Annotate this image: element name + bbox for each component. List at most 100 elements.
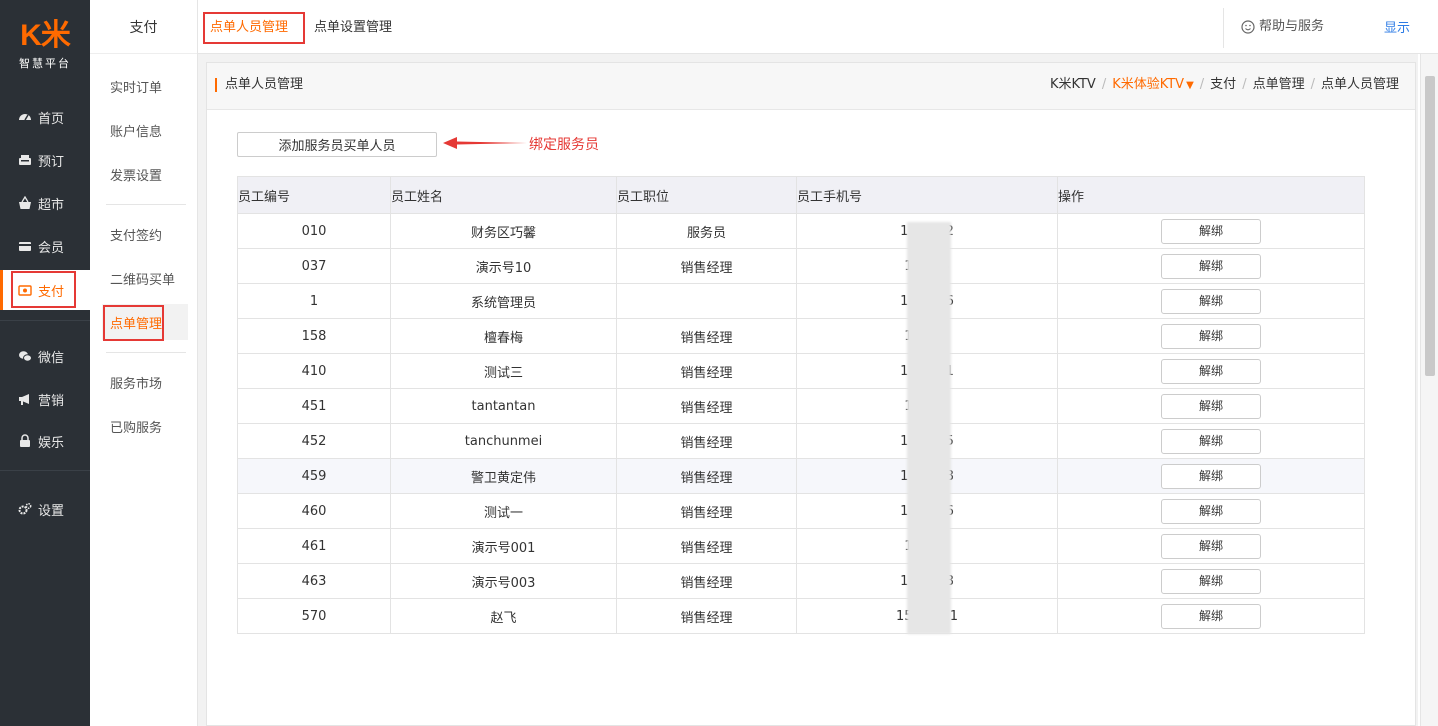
nav-item-entertainment[interactable]: 娱乐 bbox=[0, 423, 90, 459]
sidebar-item-account-info[interactable]: 账户信息 bbox=[102, 112, 188, 148]
unbind-button[interactable]: 解绑 bbox=[1161, 533, 1261, 559]
unbind-button[interactable]: 解绑 bbox=[1161, 288, 1261, 314]
help-divider bbox=[1223, 8, 1224, 48]
cell-id: 410 bbox=[237, 353, 391, 389]
sidebar-divider bbox=[106, 352, 186, 353]
cell-action: 解绑 bbox=[1057, 283, 1365, 319]
cell-id: 463 bbox=[237, 563, 391, 599]
cell-position bbox=[616, 283, 797, 319]
table-row: 570赵飞销售经理157 3671解绑 bbox=[237, 598, 1365, 634]
logo-mark: K米 bbox=[20, 19, 71, 52]
sidebar-item-qrcode-pay[interactable]: 二维码买单 bbox=[102, 260, 188, 296]
unbind-button[interactable]: 解绑 bbox=[1161, 218, 1261, 244]
table-row: 410测试三销售经理185 511解绑 bbox=[237, 353, 1365, 389]
tab-order-settings[interactable]: 点单设置管理 bbox=[314, 12, 392, 44]
nav-item-label: 支付 bbox=[38, 284, 65, 300]
unbind-button[interactable]: 解绑 bbox=[1161, 393, 1261, 419]
nav-item-settings[interactable]: 设置 bbox=[0, 491, 90, 527]
wechat-icon bbox=[18, 349, 32, 363]
table-row: 452tanchunmei销售经理183 555解绑 bbox=[237, 423, 1365, 459]
vertical-scrollbar[interactable] bbox=[1420, 54, 1438, 726]
payment-icon bbox=[18, 283, 32, 297]
nav-item-market[interactable]: 超市 bbox=[0, 185, 90, 221]
nav-item-home[interactable]: 首页 bbox=[0, 99, 90, 135]
sidebar-item-payment-contract[interactable]: 支付签约 bbox=[102, 216, 188, 252]
unbind-button[interactable]: 解绑 bbox=[1161, 428, 1261, 454]
cell-position: 销售经理 bbox=[616, 528, 797, 564]
caret-down-icon: ▼ bbox=[1186, 80, 1194, 91]
cell-action: 解绑 bbox=[1057, 318, 1365, 354]
cell-position: 销售经理 bbox=[616, 388, 797, 424]
table-row: 1系统管理员186 096解绑 bbox=[237, 283, 1365, 319]
display-link[interactable]: 显示 bbox=[1384, 0, 1410, 54]
table-row: 010财务区巧馨服务员183 822解绑 bbox=[237, 213, 1365, 249]
breadcrumb: K米KTV / K米体验KTV ▼ / 支付 / 点单管理 / 点单人员管理 bbox=[1050, 78, 1399, 93]
sidebar-item-service-market[interactable]: 服务市场 bbox=[102, 364, 188, 400]
nav-item-payment[interactable]: 支付 bbox=[0, 270, 90, 310]
sidebar-title: 支付 bbox=[90, 0, 197, 54]
cell-action: 解绑 bbox=[1057, 458, 1365, 494]
cell-position: 销售经理 bbox=[616, 598, 797, 634]
cell-position: 销售经理 bbox=[616, 563, 797, 599]
column-header: 操作 bbox=[1057, 176, 1365, 214]
cell-name: 警卫黄定伟 bbox=[390, 458, 617, 494]
main-area: 点单人员管理 K米KTV / K米体验KTV ▼ / 支付 / 点单管理 / 点单… bbox=[198, 54, 1418, 726]
table-row: 459警卫黄定伟销售经理185 618解绑 bbox=[237, 458, 1365, 494]
table-row: 451tantantan销售经理183 25解绑 bbox=[237, 388, 1365, 424]
annotation-label: 绑定服务员 bbox=[529, 137, 599, 153]
table-row: 037演示号10销售经理183 26解绑 bbox=[237, 248, 1365, 284]
table-header-row: 员工编号 员工姓名 员工职位 员工手机号 操作 bbox=[237, 176, 1365, 214]
add-staff-button[interactable]: 添加服务员买单人员 bbox=[237, 132, 437, 157]
unbind-button[interactable]: 解绑 bbox=[1161, 498, 1261, 524]
logo[interactable]: K米 智慧平台 bbox=[0, 0, 90, 92]
scrollbar-thumb[interactable] bbox=[1425, 76, 1435, 376]
unbind-button[interactable]: 解绑 bbox=[1161, 603, 1261, 629]
column-header: 员工手机号 bbox=[796, 176, 1058, 214]
nav-item-label: 预订 bbox=[38, 154, 65, 170]
help-link[interactable]: 帮助与服务 bbox=[1241, 0, 1324, 54]
cell-position: 销售经理 bbox=[616, 458, 797, 494]
cell-name: tanchunmei bbox=[390, 423, 617, 459]
cell-action: 解绑 bbox=[1057, 213, 1365, 249]
sidebar-item-purchased-services[interactable]: 已购服务 bbox=[102, 408, 188, 444]
cell-action: 解绑 bbox=[1057, 528, 1365, 564]
redaction-blur bbox=[907, 222, 951, 634]
column-header: 员工姓名 bbox=[390, 176, 617, 214]
unbind-button[interactable]: 解绑 bbox=[1161, 323, 1261, 349]
secondary-sidebar: 支付 实时订单 账户信息 发票设置 支付签约 二维码买单 点单管理 服务市场 已… bbox=[90, 0, 198, 726]
content-panel: 点单人员管理 K米KTV / K米体验KTV ▼ / 支付 / 点单管理 / 点单… bbox=[206, 62, 1416, 726]
lock-icon bbox=[18, 434, 32, 448]
tab-order-staff[interactable]: 点单人员管理 bbox=[210, 12, 288, 44]
top-bar: 点单人员管理 点单设置管理 帮助与服务 显示 bbox=[198, 0, 1438, 54]
breadcrumb-separator: / bbox=[1242, 77, 1247, 92]
unbind-button[interactable]: 解绑 bbox=[1161, 568, 1261, 594]
table-row: 158檀春梅销售经理186 85解绑 bbox=[237, 318, 1365, 354]
nav-item-wechat[interactable]: 微信 bbox=[0, 338, 90, 374]
cell-name: tantantan bbox=[390, 388, 617, 424]
sidebar-item-order-management[interactable]: 点单管理 bbox=[102, 304, 188, 340]
unbind-button[interactable]: 解绑 bbox=[1161, 358, 1261, 384]
store-selector[interactable]: K米体验KTV ▼ bbox=[1112, 78, 1194, 93]
sidebar-item-realtime-orders[interactable]: 实时订单 bbox=[102, 68, 188, 104]
nav-item-marketing[interactable]: 营销 bbox=[0, 381, 90, 417]
unbind-button[interactable]: 解绑 bbox=[1161, 253, 1261, 279]
cell-position: 销售经理 bbox=[616, 423, 797, 459]
sidebar-item-invoice-settings[interactable]: 发票设置 bbox=[102, 156, 188, 192]
megaphone-icon bbox=[18, 392, 32, 406]
breadcrumb-item[interactable]: 点单管理 bbox=[1253, 78, 1305, 93]
nav-item-member[interactable]: 会员 bbox=[0, 228, 90, 264]
nav-divider bbox=[0, 320, 90, 321]
nav-item-booking[interactable]: 预订 bbox=[0, 142, 90, 178]
main-nav: K米 智慧平台 首页 预订 超市 会员 支付 微信 营销 娱乐 设置 bbox=[0, 0, 90, 726]
cell-id: 451 bbox=[237, 388, 391, 424]
unbind-button[interactable]: 解绑 bbox=[1161, 463, 1261, 489]
breadcrumb-item[interactable]: 支付 bbox=[1210, 78, 1236, 93]
cell-id: 570 bbox=[237, 598, 391, 634]
arrow-left-icon bbox=[443, 137, 527, 149]
nav-item-label: 首页 bbox=[38, 111, 65, 127]
cell-position: 销售经理 bbox=[616, 318, 797, 354]
cell-name: 测试一 bbox=[390, 493, 617, 529]
gear-icon bbox=[18, 502, 32, 516]
cell-position: 服务员 bbox=[616, 213, 797, 249]
breadcrumb-item[interactable]: K米KTV bbox=[1050, 78, 1096, 93]
